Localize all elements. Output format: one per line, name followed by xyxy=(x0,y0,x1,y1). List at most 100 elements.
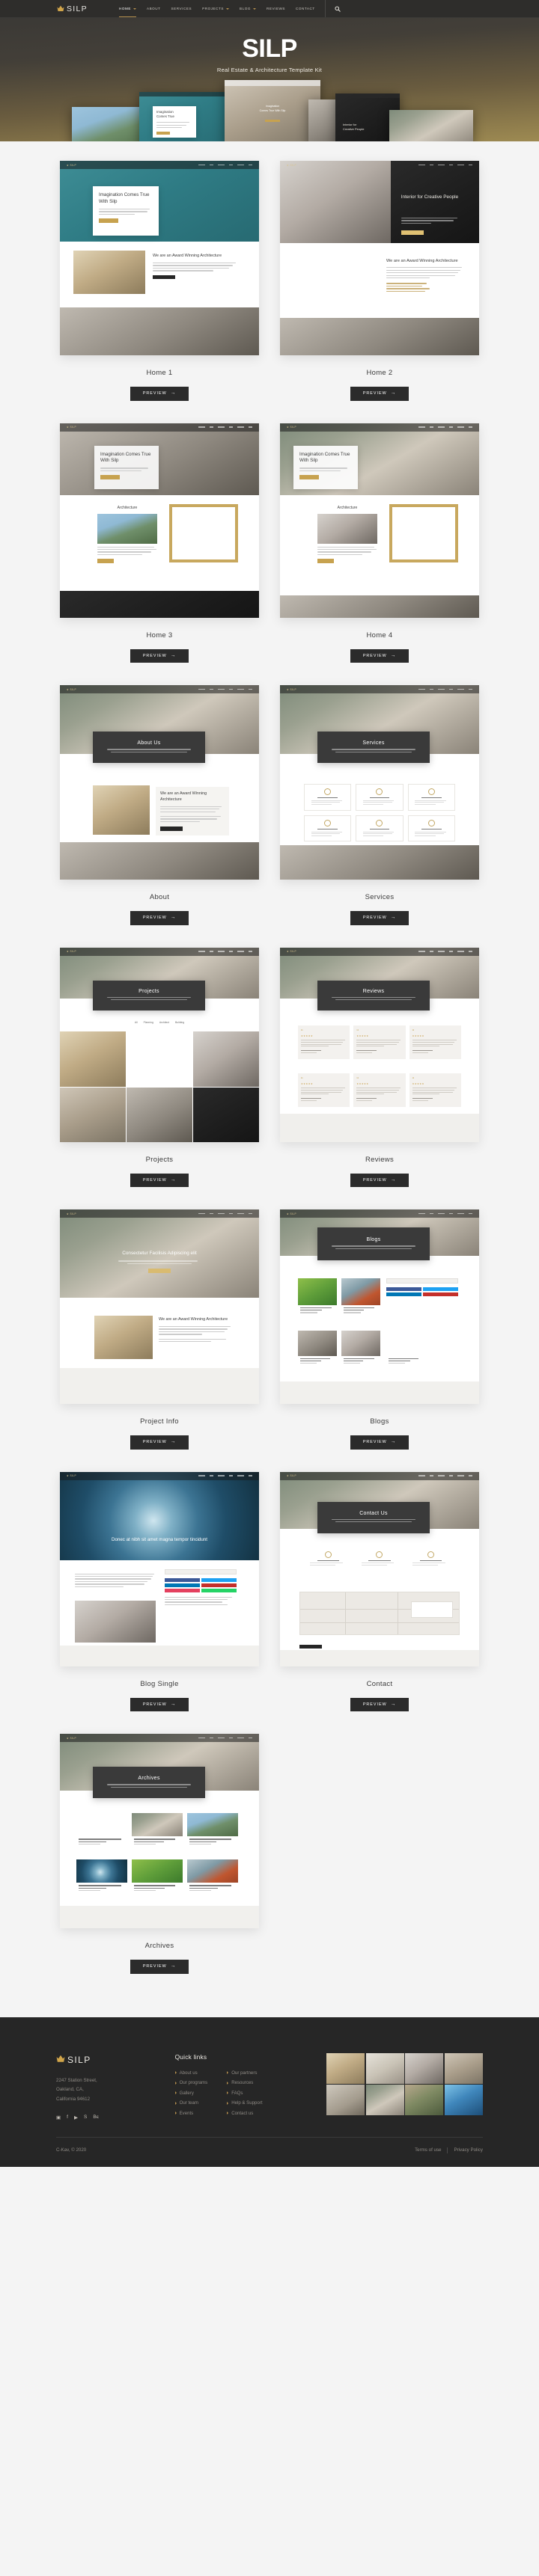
template-thumbnail-home2[interactable]: Interior for Creative People ♛ SILP We are… xyxy=(280,161,479,355)
mock-image xyxy=(93,785,150,835)
gallery-thumb[interactable] xyxy=(365,2085,404,2115)
footer-logo[interactable]: SILP xyxy=(56,2053,156,2067)
preview-button[interactable]: PREVIEW → xyxy=(130,1173,189,1187)
footer-link-our-programs[interactable]: Our programs xyxy=(174,2080,207,2085)
nav-item-label: BLOG xyxy=(240,7,251,10)
nav-item-about[interactable]: ABOUT xyxy=(141,0,166,17)
behance-icon[interactable]: Bє xyxy=(93,2115,99,2120)
gallery-thumb[interactable] xyxy=(326,2085,365,2115)
nav-item-label: PROJECTS xyxy=(202,7,224,10)
preview-button[interactable]: PREVIEW → xyxy=(130,1435,189,1450)
footer-link-gallery[interactable]: Gallery xyxy=(174,2091,208,2096)
footer-link-our-partners[interactable]: Our partners xyxy=(227,2070,262,2076)
template-card-home1: ♛ SILP Imagination Comes True With Silp We… xyxy=(60,161,259,401)
mock-nav: ♛ SILP xyxy=(60,685,259,693)
template-thumbnail-blogs[interactable]: ♛ SILP Blogs xyxy=(280,1209,479,1404)
mock-hero-card: Imagination Comes True With Silp xyxy=(293,445,358,489)
gallery-thumb[interactable] xyxy=(444,2085,483,2115)
preview-button[interactable]: PREVIEW → xyxy=(350,1697,409,1711)
preview-button[interactable]: PREVIEW → xyxy=(350,911,409,925)
preview-button[interactable]: PREVIEW → xyxy=(130,1960,189,1974)
mock-hero-card: Imagination Comes True With Silp xyxy=(94,445,159,489)
preview-button-label: PREVIEW xyxy=(142,1440,167,1445)
mock-nav: ♛ SILP xyxy=(60,1209,259,1218)
mock-band-title: Services xyxy=(362,740,385,746)
mock-nav: ♛ SILP xyxy=(60,423,259,432)
footer-link-label: Help & Support xyxy=(231,2100,263,2106)
mock-section-title: Architecture xyxy=(117,505,138,510)
template-card-archives: ♛ SILP Archives Archives PREVIEW → xyxy=(60,1734,259,1974)
mock-image xyxy=(320,257,379,310)
mock-nav-links xyxy=(198,426,252,428)
mock-review-card: “★★★★★ xyxy=(409,1073,461,1108)
mock-archive-card xyxy=(132,1813,183,1853)
nav-item-projects[interactable]: PROJECTS xyxy=(197,0,234,17)
template-thumbnail-home4[interactable]: ♛ SILP Imagination Comes True With Silp Ar… xyxy=(280,423,479,618)
bullet-arrow-icon xyxy=(227,2101,229,2105)
gallery-thumb[interactable] xyxy=(444,2052,483,2084)
terms-link[interactable]: Terms of use xyxy=(415,2147,441,2153)
facebook-icon[interactable]: f xyxy=(67,2115,68,2120)
footer-link-help-support[interactable]: Help & Support xyxy=(227,2100,263,2106)
template-thumbnail-projectinfo[interactable]: ♛ SILP Consectetur Facilisis Adipiscing e… xyxy=(60,1209,259,1404)
footer-link-about-us[interactable]: About us xyxy=(174,2070,208,2076)
mock-nav-links xyxy=(418,688,472,690)
preview-button[interactable]: PREVIEW → xyxy=(130,387,189,401)
service-icon xyxy=(324,788,332,795)
youtube-icon[interactable]: ▶ xyxy=(74,2115,78,2120)
logo[interactable]: SILP xyxy=(57,4,88,13)
mock-band-lines xyxy=(106,996,193,1002)
gallery-thumb[interactable] xyxy=(405,2052,444,2084)
nav-item-services[interactable]: SERVICES xyxy=(166,0,198,17)
logo-text: SILP xyxy=(67,4,88,13)
footer-link-contact-us[interactable]: Contact us xyxy=(227,2111,262,2116)
arrow-right-icon: → xyxy=(390,915,397,920)
mock-band-title: Blogs xyxy=(366,1237,381,1243)
mock-heading: Imagination Comes True With Silp xyxy=(299,451,350,464)
bullet-arrow-icon xyxy=(227,2091,229,2094)
mock-contact-item xyxy=(357,1551,403,1567)
skype-icon[interactable]: S xyxy=(84,2115,87,2120)
footer-link-events[interactable]: Events xyxy=(174,2111,208,2116)
mock-band-lines xyxy=(106,1784,193,1788)
nav-item-home[interactable]: HOME xyxy=(114,0,141,17)
nav-item-reviews[interactable]: REVIEWS xyxy=(261,0,290,17)
preview-button-label: PREVIEW xyxy=(142,1177,167,1183)
chevron-down-icon xyxy=(133,7,136,10)
template-thumbnail-blogsingle[interactable]: ♛ SILP Donec at nibh sit amet magna tempo… xyxy=(60,1471,259,1666)
preview-button[interactable]: PREVIEW → xyxy=(130,1697,189,1711)
bullet-arrow-icon xyxy=(174,2071,177,2074)
mock-nav-links xyxy=(198,1212,252,1215)
template-thumbnail-home1[interactable]: ♛ SILP Imagination Comes True With Silp We… xyxy=(60,161,259,355)
template-thumbnail-contact[interactable]: ♛ SILP Contact Us xyxy=(280,1471,479,1666)
preview-button[interactable]: PREVIEW → xyxy=(350,1435,409,1450)
preview-button[interactable]: PREVIEW → xyxy=(130,911,189,925)
template-thumbnail-projects[interactable]: ♛ SILP Projects All Planning Architect Buildi… xyxy=(60,947,259,1142)
preview-button[interactable]: PREVIEW → xyxy=(130,648,189,663)
template-thumbnail-about[interactable]: ♛ SILP About Us We are an Award Winning Ar… xyxy=(60,685,259,880)
template-thumbnail-reviews[interactable]: ♛ SILP Reviews “★★★★★ “★★★★★ “★★★★★ “★★★★★ “★★… xyxy=(280,947,479,1142)
gallery-thumb[interactable] xyxy=(365,2052,404,2084)
preview-button[interactable]: PREVIEW → xyxy=(350,387,409,401)
template-thumbnail-home3[interactable]: ♛ SILP Imagination Comes True With Silp Ar… xyxy=(60,423,259,618)
template-thumbnail-archives[interactable]: ♛ SILP Archives xyxy=(60,1734,259,1928)
nav-item-contact[interactable]: CONTACT xyxy=(290,0,320,17)
rating-stars: ★★★★★ xyxy=(412,1082,424,1086)
template-thumbnail-services[interactable]: ♛ SILP Services xyxy=(280,685,479,880)
preview-button-label: PREVIEW xyxy=(142,653,167,658)
gallery-thumb[interactable] xyxy=(405,2085,444,2115)
template-card-home3: ♛ SILP Imagination Comes True With Silp Ar… xyxy=(60,423,259,663)
preview-button[interactable]: PREVIEW → xyxy=(350,1173,409,1187)
footer-link-faqs[interactable]: FAQs xyxy=(227,2091,262,2096)
gallery-thumb[interactable] xyxy=(326,2052,365,2084)
privacy-link[interactable]: Privacy Policy xyxy=(454,2147,483,2153)
preview-button[interactable]: PREVIEW → xyxy=(350,648,409,663)
search-button[interactable] xyxy=(324,0,350,17)
footer-link-resources[interactable]: Resources xyxy=(227,2080,262,2085)
mock-text-block: We are an Award Winning Architecture xyxy=(153,254,240,280)
footer-link-our-team[interactable]: Our team xyxy=(174,2100,208,2106)
preview-button-label: PREVIEW xyxy=(142,391,167,396)
instagram-icon[interactable]: ▣ xyxy=(56,2115,61,2120)
nav-item-blog[interactable]: BLOG xyxy=(234,0,261,17)
nav-item-label: HOME xyxy=(118,7,131,10)
